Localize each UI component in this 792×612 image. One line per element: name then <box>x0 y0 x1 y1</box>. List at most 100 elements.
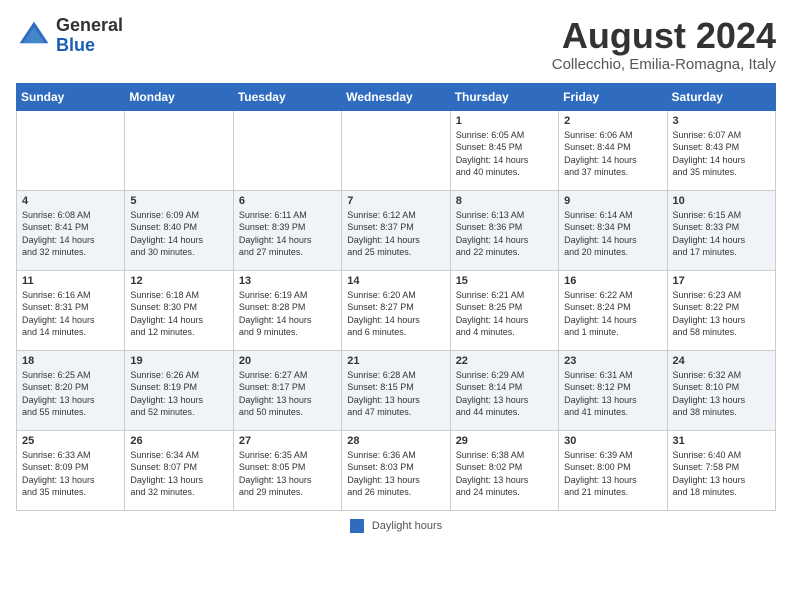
day-content: Sunrise: 6:15 AM Sunset: 8:33 PM Dayligh… <box>673 209 770 259</box>
day-number: 21 <box>347 355 444 367</box>
day-content: Sunrise: 6:27 AM Sunset: 8:17 PM Dayligh… <box>239 369 336 419</box>
day-content: Sunrise: 6:08 AM Sunset: 8:41 PM Dayligh… <box>22 209 119 259</box>
day-number: 28 <box>347 435 444 447</box>
calendar-cell <box>17 110 125 190</box>
day-number: 29 <box>456 435 553 447</box>
calendar-cell: 22Sunrise: 6:29 AM Sunset: 8:14 PM Dayli… <box>450 350 558 430</box>
calendar-cell <box>342 110 450 190</box>
day-content: Sunrise: 6:20 AM Sunset: 8:27 PM Dayligh… <box>347 289 444 339</box>
calendar-week-row: 11 Sunrise: 6:16 AM Sunset: 8:31 PM Dayli… <box>17 270 776 350</box>
calendar-week-row: 4Sunrise: 6:08 AM Sunset: 8:41 PM Daylig… <box>17 190 776 270</box>
calendar-cell: 18 Sunrise: 6:25 AM Sunset: 8:20 PM Dayli… <box>17 350 125 430</box>
day-content: Sunrise: 6:21 AM Sunset: 8:25 PM Dayligh… <box>456 289 553 339</box>
calendar-week-row: 1Sunrise: 6:05 AM Sunset: 8:45 PM Daylig… <box>17 110 776 190</box>
calendar-cell: 27 Sunrise: 6:35 AM Sunset: 8:05 PM Dayli… <box>233 430 341 510</box>
day-content: Sunrise: 6:33 AM Sunset: 8:09 PM Dayligh… <box>22 449 119 499</box>
day-number: 20 <box>239 355 336 367</box>
calendar-cell: 15 Sunrise: 6:21 AM Sunset: 8:25 PM Dayli… <box>450 270 558 350</box>
calendar-cell: 5Sunrise: 6:09 AM Sunset: 8:40 PM Daylig… <box>125 190 233 270</box>
calendar-cell: 6 Sunrise: 6:11 AM Sunset: 8:39 PM Daylig… <box>233 190 341 270</box>
footer: Daylight hours <box>16 519 776 533</box>
calendar-cell: 2 Sunrise: 6:06 AM Sunset: 8:44 PM Daylig… <box>559 110 667 190</box>
day-number: 6 <box>239 195 336 207</box>
day-number: 8 <box>456 195 553 207</box>
day-number: 15 <box>456 275 553 287</box>
calendar-body: 1Sunrise: 6:05 AM Sunset: 8:45 PM Daylig… <box>17 110 776 510</box>
day-content: Sunrise: 6:29 AM Sunset: 8:14 PM Dayligh… <box>456 369 553 419</box>
day-content: Sunrise: 6:28 AM Sunset: 8:15 PM Dayligh… <box>347 369 444 419</box>
day-content: Sunrise: 6:23 AM Sunset: 8:22 PM Dayligh… <box>673 289 770 339</box>
calendar-cell: 28 Sunrise: 6:36 AM Sunset: 8:03 PM Dayli… <box>342 430 450 510</box>
day-number: 25 <box>22 435 119 447</box>
calendar-cell <box>125 110 233 190</box>
day-number: 27 <box>239 435 336 447</box>
calendar-cell: 10 Sunrise: 6:15 AM Sunset: 8:33 PM Dayli… <box>667 190 775 270</box>
calendar-cell: 19 Sunrise: 6:26 AM Sunset: 8:19 PM Dayli… <box>125 350 233 430</box>
weekday-header: Thursday <box>450 83 558 110</box>
day-content: Sunrise: 6:16 AM Sunset: 8:31 PM Dayligh… <box>22 289 119 339</box>
day-number: 10 <box>673 195 770 207</box>
day-number: 23 <box>564 355 661 367</box>
day-content: Sunrise: 6:07 AM Sunset: 8:43 PM Dayligh… <box>673 129 770 179</box>
calendar-cell: 11 Sunrise: 6:16 AM Sunset: 8:31 PM Dayli… <box>17 270 125 350</box>
day-content: Sunrise: 6:40 AM Sunset: 7:58 PM Dayligh… <box>673 449 770 499</box>
day-content: Sunrise: 6:32 AM Sunset: 8:10 PM Dayligh… <box>673 369 770 419</box>
day-content: Sunrise: 6:14 AM Sunset: 8:34 PM Dayligh… <box>564 209 661 259</box>
calendar-cell: 20 Sunrise: 6:27 AM Sunset: 8:17 PM Dayli… <box>233 350 341 430</box>
day-number: 31 <box>673 435 770 447</box>
calendar-cell: 14Sunrise: 6:20 AM Sunset: 8:27 PM Dayli… <box>342 270 450 350</box>
day-number: 11 <box>22 275 119 287</box>
calendar-cell: 23Sunrise: 6:31 AM Sunset: 8:12 PM Dayli… <box>559 350 667 430</box>
calendar-cell: 25 Sunrise: 6:33 AM Sunset: 8:09 PM Dayli… <box>17 430 125 510</box>
calendar-cell: 21 Sunrise: 6:28 AM Sunset: 8:15 PM Dayli… <box>342 350 450 430</box>
calendar-cell: 7 Sunrise: 6:12 AM Sunset: 8:37 PM Daylig… <box>342 190 450 270</box>
day-content: Sunrise: 6:19 AM Sunset: 8:28 PM Dayligh… <box>239 289 336 339</box>
day-content: Sunrise: 6:36 AM Sunset: 8:03 PM Dayligh… <box>347 449 444 499</box>
day-content: Sunrise: 6:25 AM Sunset: 8:20 PM Dayligh… <box>22 369 119 419</box>
calendar-cell: 1Sunrise: 6:05 AM Sunset: 8:45 PM Daylig… <box>450 110 558 190</box>
day-content: Sunrise: 6:39 AM Sunset: 8:00 PM Dayligh… <box>564 449 661 499</box>
calendar-week-row: 25 Sunrise: 6:33 AM Sunset: 8:09 PM Dayli… <box>17 430 776 510</box>
day-content: Sunrise: 6:26 AM Sunset: 8:19 PM Dayligh… <box>130 369 227 419</box>
calendar-cell: 31 Sunrise: 6:40 AM Sunset: 7:58 PM Dayli… <box>667 430 775 510</box>
day-content: Sunrise: 6:38 AM Sunset: 8:02 PM Dayligh… <box>456 449 553 499</box>
calendar-week-row: 18 Sunrise: 6:25 AM Sunset: 8:20 PM Dayli… <box>17 350 776 430</box>
day-number: 2 <box>564 115 661 127</box>
day-number: 30 <box>564 435 661 447</box>
calendar-cell: 9 Sunrise: 6:14 AM Sunset: 8:34 PM Daylig… <box>559 190 667 270</box>
calendar-table: SundayMondayTuesdayWednesdayThursdayFrid… <box>16 83 776 511</box>
logo-icon <box>16 18 52 54</box>
day-number: 18 <box>22 355 119 367</box>
day-number: 9 <box>564 195 661 207</box>
day-content: Sunrise: 6:13 AM Sunset: 8:36 PM Dayligh… <box>456 209 553 259</box>
day-number: 7 <box>347 195 444 207</box>
day-number: 13 <box>239 275 336 287</box>
day-content: Sunrise: 6:22 AM Sunset: 8:24 PM Dayligh… <box>564 289 661 339</box>
day-content: Sunrise: 6:06 AM Sunset: 8:44 PM Dayligh… <box>564 129 661 179</box>
day-content: Sunrise: 6:35 AM Sunset: 8:05 PM Dayligh… <box>239 449 336 499</box>
location: Collecchio, Emilia-Romagna, Italy <box>552 56 776 73</box>
day-number: 19 <box>130 355 227 367</box>
day-number: 17 <box>673 275 770 287</box>
logo-blue: Blue <box>56 36 123 56</box>
calendar-cell: 4Sunrise: 6:08 AM Sunset: 8:41 PM Daylig… <box>17 190 125 270</box>
weekday-header: Wednesday <box>342 83 450 110</box>
day-number: 24 <box>673 355 770 367</box>
calendar-cell: 12Sunrise: 6:18 AM Sunset: 8:30 PM Dayli… <box>125 270 233 350</box>
page-header: General Blue August 2024 Collecchio, Emi… <box>16 16 776 73</box>
title-block: August 2024 Collecchio, Emilia-Romagna, … <box>552 16 776 73</box>
calendar-cell: 17 Sunrise: 6:23 AM Sunset: 8:22 PM Dayli… <box>667 270 775 350</box>
legend-box-icon <box>350 519 364 533</box>
calendar-cell: 29 Sunrise: 6:38 AM Sunset: 8:02 PM Dayli… <box>450 430 558 510</box>
calendar-cell: 26Sunrise: 6:34 AM Sunset: 8:07 PM Dayli… <box>125 430 233 510</box>
day-content: Sunrise: 6:09 AM Sunset: 8:40 PM Dayligh… <box>130 209 227 259</box>
day-content: Sunrise: 6:12 AM Sunset: 8:37 PM Dayligh… <box>347 209 444 259</box>
day-content: Sunrise: 6:05 AM Sunset: 8:45 PM Dayligh… <box>456 129 553 179</box>
calendar-cell <box>233 110 341 190</box>
weekday-header: Monday <box>125 83 233 110</box>
calendar-cell: 8 Sunrise: 6:13 AM Sunset: 8:36 PM Daylig… <box>450 190 558 270</box>
day-content: Sunrise: 6:18 AM Sunset: 8:30 PM Dayligh… <box>130 289 227 339</box>
day-content: Sunrise: 6:11 AM Sunset: 8:39 PM Dayligh… <box>239 209 336 259</box>
calendar-cell: 3Sunrise: 6:07 AM Sunset: 8:43 PM Daylig… <box>667 110 775 190</box>
day-content: Sunrise: 6:34 AM Sunset: 8:07 PM Dayligh… <box>130 449 227 499</box>
